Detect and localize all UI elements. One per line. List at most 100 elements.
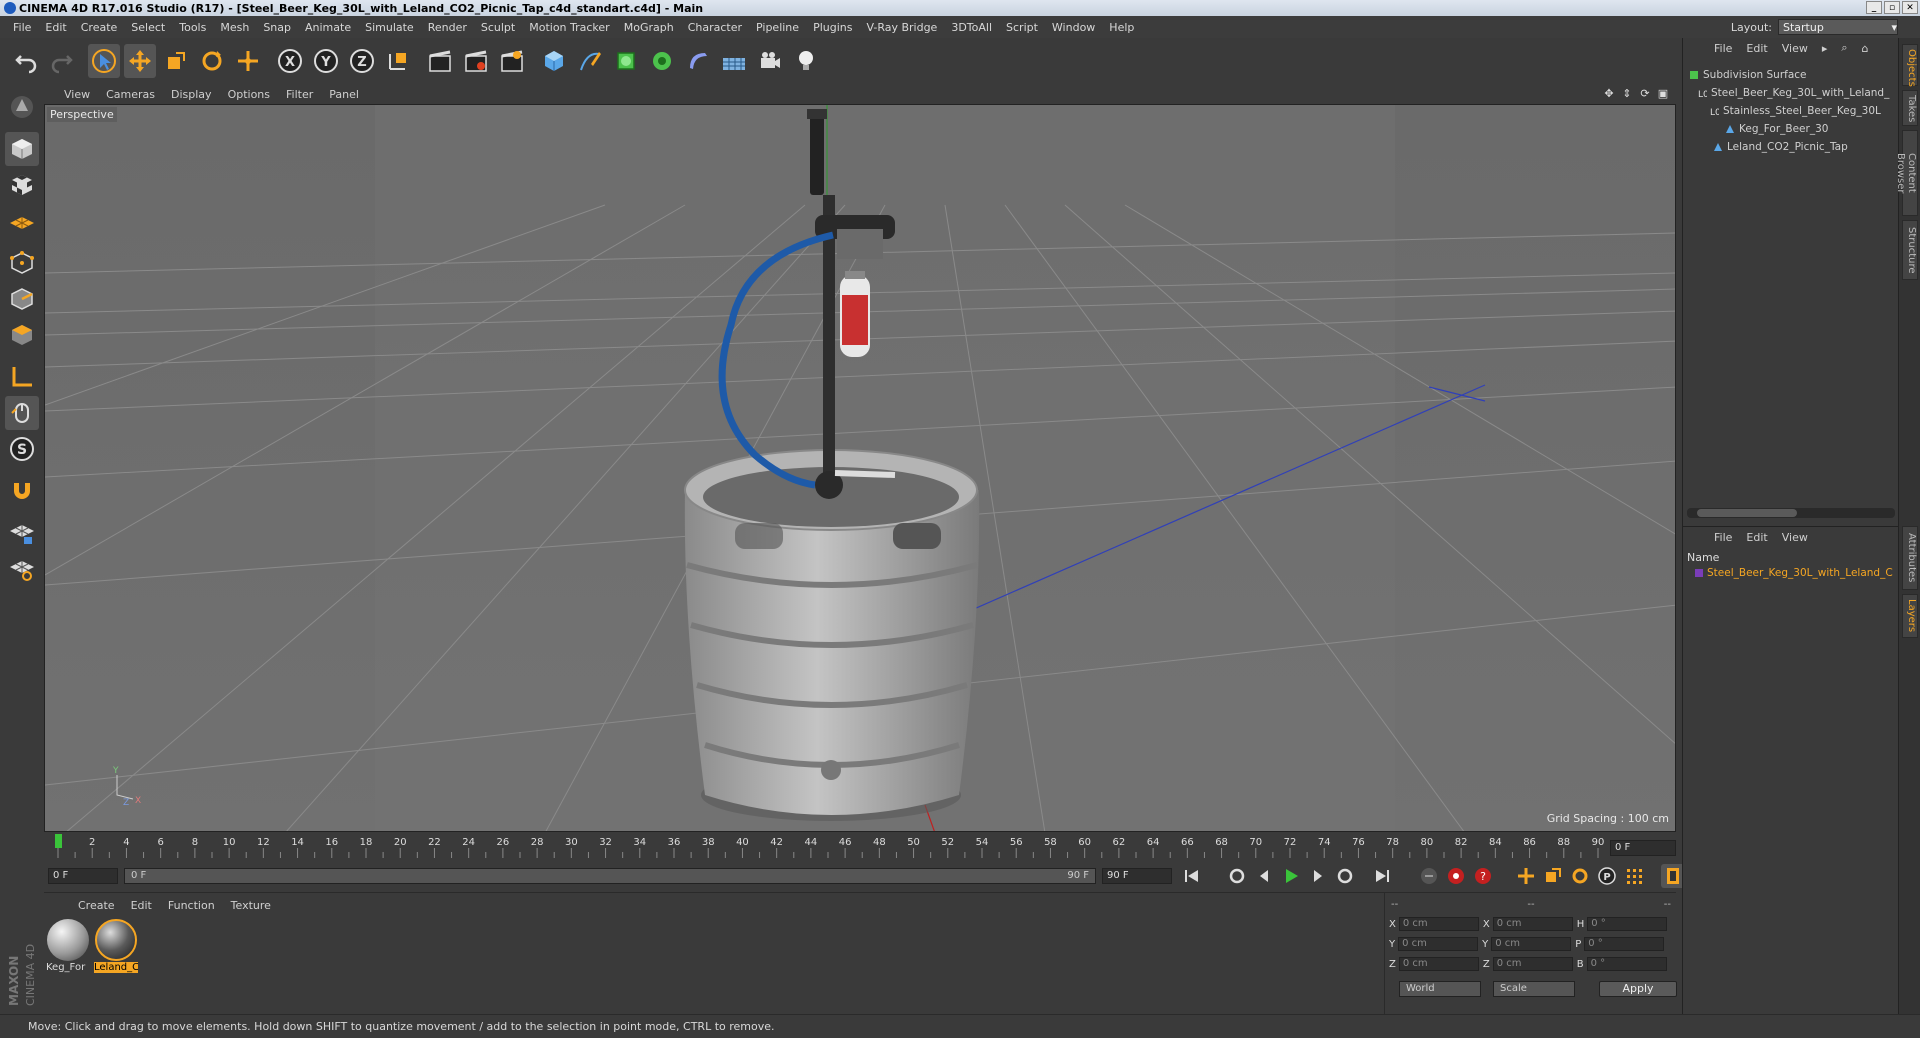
tree-item[interactable]: Keg_For_Beer_30 (1725, 120, 1895, 138)
key-rotation-button[interactable] (1568, 864, 1592, 888)
camera-label[interactable]: Perspective (47, 107, 117, 122)
object-menu-edit[interactable]: Edit (1739, 42, 1774, 55)
tree-item[interactable]: L0 Stainless_Steel_Beer_Keg_30L (1709, 102, 1895, 120)
size-y-field[interactable]: 0 cm (1491, 937, 1572, 951)
material-menu-function[interactable]: Function (160, 899, 223, 912)
menu-3dtoall[interactable]: 3DToAll (944, 21, 999, 34)
add-deformer-button[interactable] (682, 44, 714, 78)
autokey-button[interactable]: ? (1471, 864, 1495, 888)
add-spline-button[interactable] (574, 44, 606, 78)
live-selection-button[interactable] (88, 44, 120, 78)
menu-tools[interactable]: Tools (172, 21, 213, 34)
play-button[interactable] (1279, 864, 1303, 888)
redo-button[interactable] (46, 44, 78, 78)
model-mode-button[interactable] (5, 132, 39, 166)
timeline-ruler[interactable]: 0246810121416182022242628303234363840424… (44, 832, 1676, 862)
preview-range-slider[interactable]: 0 F 90 F (124, 868, 1096, 884)
lock-workplane-button[interactable] (5, 516, 39, 550)
tree-item[interactable]: L0 Steel_Beer_Keg_30L_with_Leland_ (1697, 84, 1895, 102)
start-frame-field[interactable]: 0 F (48, 868, 118, 884)
rotation-b-field[interactable]: 0 ° (1586, 957, 1667, 971)
points-mode-button[interactable] (5, 246, 39, 280)
key-pla-button[interactable] (1622, 864, 1646, 888)
snap-button[interactable]: S (5, 432, 39, 466)
size-z-field[interactable]: 0 cm (1492, 957, 1573, 971)
menu-pipeline[interactable]: Pipeline (749, 21, 806, 34)
chevron-right-icon[interactable]: ▸ (1815, 42, 1835, 55)
viewport-menu-options[interactable]: Options (220, 88, 278, 101)
go-to-start-button[interactable] (1180, 864, 1204, 888)
scale-tool-button[interactable] (160, 44, 192, 78)
polygons-mode-button[interactable] (5, 318, 39, 352)
tree-item[interactable]: Leland_CO2_Picnic_Tap (1713, 138, 1895, 156)
size-mode-dropdown[interactable]: Scale (1493, 981, 1575, 997)
menu-window[interactable]: Window (1045, 21, 1102, 34)
layer-row[interactable]: Steel_Beer_Keg_30L_with_Leland_C (1695, 567, 1895, 579)
menu-file[interactable]: File (6, 21, 38, 34)
menu-vray-bridge[interactable]: V-Ray Bridge (859, 21, 944, 34)
add-environment-button[interactable] (718, 44, 750, 78)
position-y-field[interactable]: 0 cm (1398, 937, 1479, 951)
add-camera-button[interactable] (754, 44, 786, 78)
tree-item[interactable]: Subdivision Surface (1689, 66, 1895, 84)
menu-simulate[interactable]: Simulate (358, 21, 421, 34)
coordinate-system-button[interactable] (382, 44, 414, 78)
menu-sculpt[interactable]: Sculpt (474, 21, 522, 34)
home-icon[interactable]: ⌂ (1855, 42, 1876, 55)
add-light-button[interactable] (790, 44, 822, 78)
add-cube-button[interactable] (538, 44, 570, 78)
add-mograph-button[interactable] (646, 44, 678, 78)
add-nurbs-button[interactable] (610, 44, 642, 78)
material-menu-edit[interactable]: Edit (123, 899, 160, 912)
menu-snap[interactable]: Snap (256, 21, 298, 34)
position-x-field[interactable]: 0 cm (1398, 917, 1479, 931)
menu-help[interactable]: Help (1102, 21, 1141, 34)
tab-takes[interactable]: Takes (1902, 90, 1918, 126)
menu-script[interactable]: Script (999, 21, 1045, 34)
tab-content-browser[interactable]: Content Browser (1895, 130, 1918, 216)
previous-key-button[interactable] (1225, 864, 1249, 888)
previous-frame-button[interactable] (1252, 864, 1276, 888)
menu-animate[interactable]: Animate (298, 21, 358, 34)
search-icon[interactable]: ⌕ (1834, 41, 1854, 55)
material-item[interactable]: Leland_C (94, 919, 138, 973)
key-position-button[interactable] (1514, 864, 1538, 888)
viewport-menu-cameras[interactable]: Cameras (98, 88, 163, 101)
viewport-menu-display[interactable]: Display (163, 88, 220, 101)
menu-plugins[interactable]: Plugins (806, 21, 859, 34)
object-menu-view[interactable]: View (1775, 42, 1815, 55)
material-menu-texture[interactable]: Texture (223, 899, 279, 912)
material-menu-create[interactable]: Create (70, 899, 123, 912)
layer-menu-file[interactable]: File (1707, 531, 1739, 544)
pan-icon[interactable]: ✥ (1602, 87, 1616, 101)
menu-mograph[interactable]: MoGraph (617, 21, 681, 34)
3d-viewport[interactable]: Y X Z Perspective Grid Spacing : 100 cm (44, 104, 1676, 832)
layer-menu-edit[interactable]: Edit (1739, 531, 1774, 544)
menu-create[interactable]: Create (74, 21, 125, 34)
menu-character[interactable]: Character (681, 21, 749, 34)
position-z-field[interactable]: 0 cm (1398, 957, 1479, 971)
z-axis-lock-button[interactable]: Z (346, 44, 378, 78)
x-axis-lock-button[interactable]: X (274, 44, 306, 78)
next-frame-button[interactable] (1306, 864, 1330, 888)
viewport-menu-panel[interactable]: Panel (321, 88, 367, 101)
current-frame-field[interactable]: 0 F (1610, 840, 1676, 856)
size-x-field[interactable]: 0 cm (1492, 917, 1573, 931)
tab-objects[interactable]: Objects (1902, 44, 1918, 87)
render-settings-button[interactable] (496, 44, 528, 78)
orbit-icon[interactable]: ⟳ (1638, 87, 1652, 101)
axis-mode-button[interactable] (5, 360, 39, 394)
rotation-h-field[interactable]: 0 ° (1587, 917, 1668, 931)
rotation-p-field[interactable]: 0 ° (1584, 937, 1665, 951)
maximize-view-icon[interactable]: ▣ (1656, 87, 1670, 101)
move-tool-button[interactable] (124, 44, 156, 78)
record-keys-button[interactable] (1417, 864, 1441, 888)
undo-button[interactable] (10, 44, 42, 78)
tab-structure[interactable]: Structure (1902, 220, 1918, 280)
workplane-mode-button[interactable] (5, 204, 39, 238)
rotate-tool-button[interactable] (196, 44, 228, 78)
tab-attributes[interactable]: Attributes (1902, 526, 1918, 590)
viewport-menu-view[interactable]: View (56, 88, 98, 101)
make-editable-button[interactable] (5, 90, 39, 124)
menu-mesh[interactable]: Mesh (213, 21, 256, 34)
